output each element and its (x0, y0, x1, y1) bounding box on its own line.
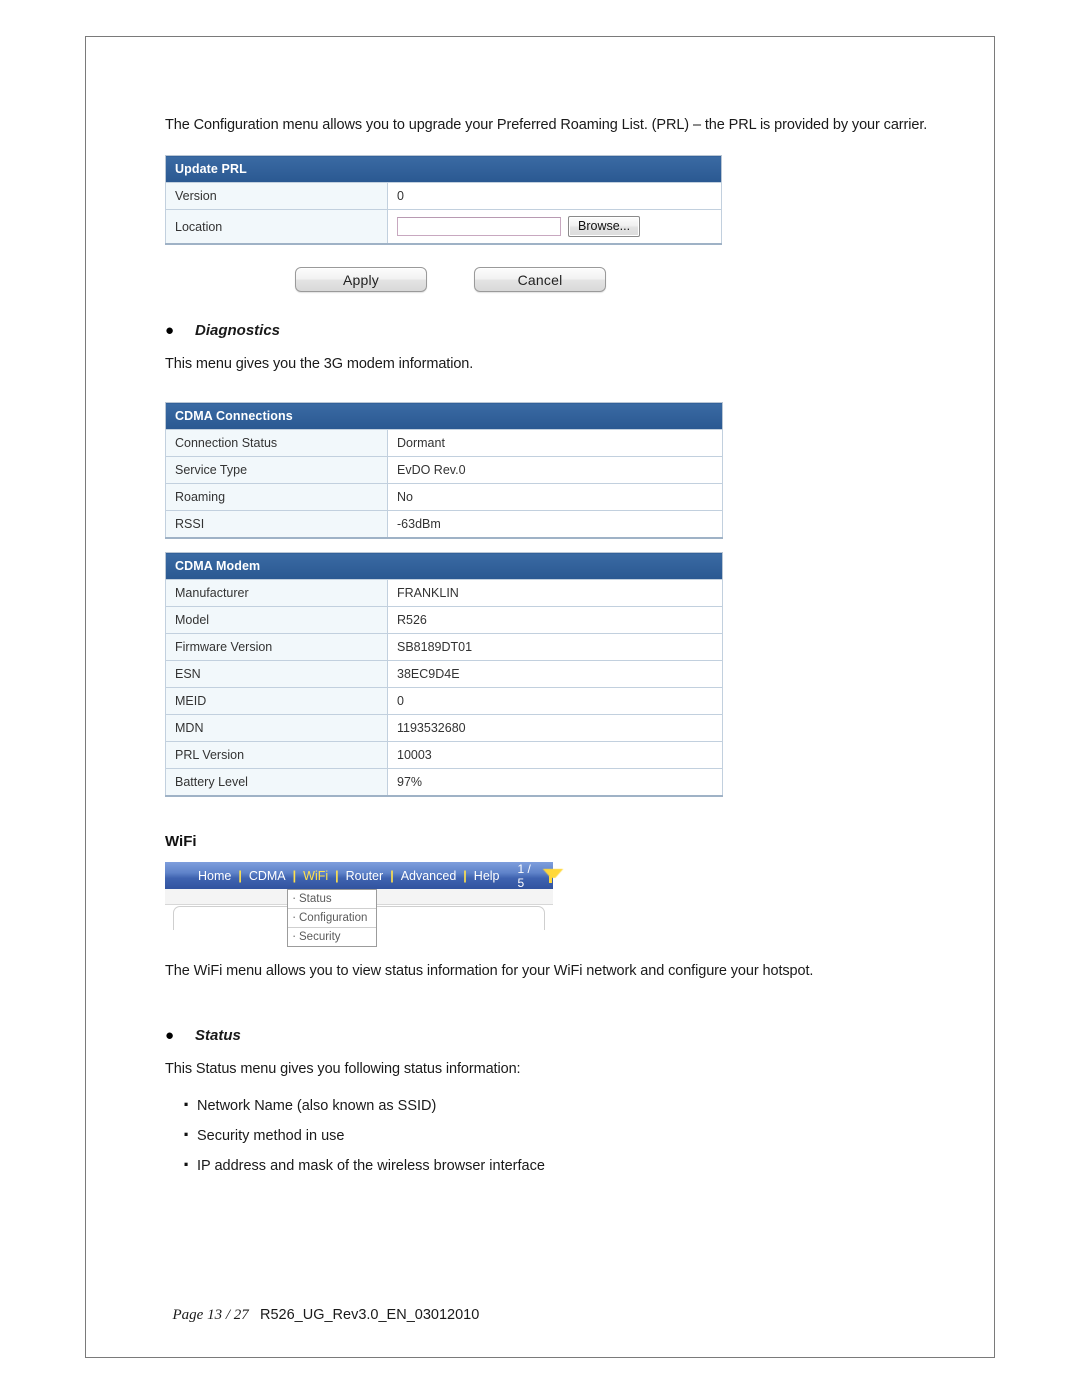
roaming-value: No (387, 483, 723, 511)
nav-item-help[interactable]: Help (467, 869, 507, 883)
cdma-modem-panel: CDMA Modem Manufacturer FRANKLIN Model R… (165, 552, 965, 797)
bullet-icon: ● (165, 322, 175, 339)
table-row: Connection Status Dormant (165, 429, 723, 457)
prl-version-value: 10003 (387, 741, 723, 769)
firmware-version-value: SB8189DT01 (387, 633, 723, 661)
cdma-connections-panel: CDMA Connections Connection Status Dorma… (165, 402, 965, 539)
nav-item-cdma[interactable]: CDMA (242, 869, 293, 883)
cancel-button[interactable]: Cancel (474, 267, 606, 292)
location-label: Location (165, 209, 388, 245)
meid-value: 0 (387, 687, 723, 715)
wifi-dropdown-menu: Status Configuration Security (287, 889, 377, 947)
page-footer: Page 13 / 27 R526_UG_Rev3.0_EN_03012010 (165, 1290, 480, 1324)
nav-item-advanced[interactable]: Advanced (394, 869, 464, 883)
version-value: 0 (387, 182, 722, 210)
nav-item-wifi[interactable]: WiFi (296, 869, 335, 883)
file-picker-row: Browse... (397, 216, 712, 237)
battery-level-value: 97% (387, 768, 723, 797)
wifi-section-heading: WiFi (165, 833, 197, 850)
esn-label: ESN (165, 660, 388, 688)
mdn-label: MDN (165, 714, 388, 742)
bullet-icon: ● (165, 1027, 175, 1044)
location-file-input[interactable] (397, 217, 561, 236)
table-row: Model R526 (165, 606, 723, 634)
status-label: Status (195, 1027, 241, 1044)
meid-label: MEID (165, 687, 388, 715)
version-label: Version (165, 182, 388, 210)
status-heading: ● Status (165, 1027, 965, 1044)
diagnostics-label: Diagnostics (195, 322, 281, 339)
model-label: Model (165, 606, 388, 634)
nav-item-router[interactable]: Router (339, 869, 391, 883)
table-row: ESN 38EC9D4E (165, 660, 723, 688)
dropdown-item-status[interactable]: Status (288, 890, 376, 909)
nav-item-home[interactable]: Home (191, 869, 238, 883)
firmware-version-label: Firmware Version (165, 633, 388, 661)
table-row: Location Browse... (165, 209, 722, 245)
wifi-nav-screenshot: Home | CDMA | WiFi | Router | Advanced |… (165, 861, 553, 947)
antenna-icon (543, 868, 553, 883)
apply-button[interactable]: Apply (295, 267, 427, 292)
table-row: MEID 0 (165, 687, 723, 715)
router-navigation-bar: Home | CDMA | WiFi | Router | Advanced |… (165, 861, 553, 890)
manufacturer-label: Manufacturer (165, 579, 388, 607)
rssi-value: -63dBm (387, 510, 723, 539)
dropdown-item-configuration[interactable]: Configuration (288, 909, 376, 928)
diagnostics-description: This menu gives you the 3G modem informa… (165, 356, 474, 372)
cdma-connections-table: CDMA Connections Connection Status Dorma… (165, 402, 723, 539)
browse-button[interactable]: Browse... (568, 216, 641, 237)
roaming-label: Roaming (165, 483, 388, 511)
prl-version-label: PRL Version (165, 741, 388, 769)
footer-gap (249, 1307, 260, 1323)
manufacturer-value: FRANKLIN (387, 579, 723, 607)
model-value: R526 (387, 606, 723, 634)
cdma-modem-title: CDMA Modem (165, 552, 723, 580)
update-prl-title: Update PRL (165, 155, 722, 183)
table-row: Firmware Version SB8189DT01 (165, 633, 723, 661)
status-description: This Status menu gives you following sta… (165, 1061, 521, 1077)
intro-paragraph: The Configuration menu allows you to upg… (165, 117, 928, 133)
footer-page-number: Page 13 / 27 (172, 1307, 249, 1323)
diagnostics-heading: ● Diagnostics (165, 322, 965, 339)
mdn-value: 1193532680 (387, 714, 723, 742)
list-item: IP address and mask of the wireless brow… (183, 1150, 965, 1181)
table-row: Version 0 (165, 182, 722, 210)
form-action-buttons: Apply Cancel (295, 267, 965, 292)
table-row: PRL Version 10003 (165, 741, 723, 769)
table-row: MDN 1193532680 (165, 714, 723, 742)
table-row: Service Type EvDO Rev.0 (165, 456, 723, 484)
battery-level-label: Battery Level (165, 768, 388, 797)
update-prl-panel: Update PRL Version 0 Location Browse... (165, 155, 965, 245)
page-content: The Configuration menu allows you to upg… (165, 110, 965, 1181)
table-row: Roaming No (165, 483, 723, 511)
list-item: Network Name (also known as SSID) (183, 1090, 965, 1121)
rssi-label: RSSI (165, 510, 388, 539)
table-row: Manufacturer FRANKLIN (165, 579, 723, 607)
update-prl-table-header: Update PRL (165, 155, 722, 183)
footer-doc-id: R526_UG_Rev3.0_EN_03012010 (260, 1307, 480, 1323)
cdma-modem-table: CDMA Modem Manufacturer FRANKLIN Model R… (165, 552, 723, 797)
service-type-label: Service Type (165, 456, 388, 484)
wifi-description: The WiFi menu allows you to view status … (165, 963, 814, 979)
cdma-connections-table-header: CDMA Connections (165, 402, 723, 430)
dropdown-item-security[interactable]: Security (288, 928, 376, 946)
connection-status-value: Dormant (387, 429, 723, 457)
connection-status-label: Connection Status (165, 429, 388, 457)
update-prl-table: Update PRL Version 0 Location Browse... (165, 155, 722, 245)
service-type-value: EvDO Rev.0 (387, 456, 723, 484)
location-value-cell: Browse... (387, 209, 722, 245)
table-row: RSSI -63dBm (165, 510, 723, 539)
status-info-list: Network Name (also known as SSID) Securi… (183, 1090, 965, 1181)
nav-page-count: 1 / 5 (517, 861, 531, 890)
table-row: Battery Level 97% (165, 768, 723, 797)
list-item: Security method in use (183, 1120, 965, 1151)
esn-value: 38EC9D4E (387, 660, 723, 688)
cdma-connections-title: CDMA Connections (165, 402, 723, 430)
cdma-modem-table-header: CDMA Modem (165, 552, 723, 580)
